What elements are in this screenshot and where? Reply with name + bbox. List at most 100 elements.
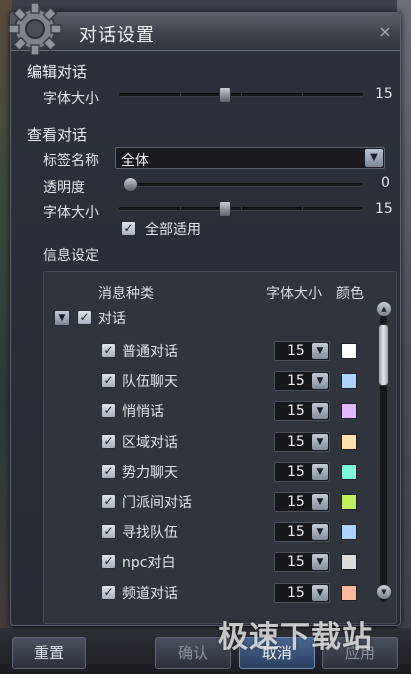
color-swatch[interactable]	[341, 464, 357, 480]
message-type-label: 区域对话	[122, 435, 178, 451]
gear-icon	[8, 2, 62, 55]
table-row: ✓ 悄悄话 15 ▼	[44, 396, 364, 426]
opacity-slider-thumb[interactable]	[123, 177, 138, 192]
tab-name-label: 标签名称	[43, 153, 99, 169]
view-font-size-slider-thumb[interactable]	[219, 201, 231, 217]
table-row: ✓ 队伍聊天 15 ▼	[44, 366, 364, 396]
col-header-font-size: 字体大小	[266, 286, 322, 302]
table-row: ✓ 门派间对话 15 ▼	[44, 487, 364, 517]
group-chat-label: 对话	[98, 311, 126, 327]
group-chat-checkbox[interactable]: ✓	[77, 310, 92, 325]
font-size-select[interactable]: 15 ▼	[274, 341, 330, 361]
chat-settings-window: 对话设置 × 编辑对话 字体大小 15 查看对话 标签名称 全体 ▼ 透明度 0…	[8, 2, 401, 626]
message-type-label: 悄悄话	[122, 404, 164, 420]
chevron-down-icon[interactable]: ▼	[312, 434, 328, 450]
edit-font-size-value: 15	[375, 86, 393, 102]
slider-tick	[241, 207, 242, 211]
color-swatch[interactable]	[341, 403, 357, 419]
message-type-checkbox[interactable]: ✓	[101, 464, 116, 479]
slider-tick	[302, 207, 303, 211]
font-size-value: 15	[287, 464, 305, 480]
font-size-select[interactable]: 15 ▼	[274, 492, 330, 512]
message-type-checkbox[interactable]: ✓	[101, 373, 116, 388]
font-size-select[interactable]: 15 ▼	[274, 583, 330, 603]
slider-tick	[241, 93, 242, 97]
scrollbar-thumb[interactable]	[378, 324, 389, 386]
scroll-down-icon[interactable]: ▼	[377, 585, 391, 599]
message-type-label: 队伍聊天	[122, 374, 178, 390]
message-type-label: 寻找队伍	[122, 525, 178, 541]
opacity-value: 0	[381, 175, 390, 191]
message-type-checkbox[interactable]: ✓	[101, 403, 116, 418]
view-font-size-label: 字体大小	[43, 205, 99, 221]
scroll-up-icon[interactable]: ▲	[377, 302, 391, 316]
message-type-label: 门派间对话	[122, 495, 192, 511]
color-swatch[interactable]	[341, 343, 357, 359]
col-header-type: 消息种类	[98, 286, 154, 302]
font-size-value: 15	[287, 494, 305, 510]
table-row: ✓ 势力聊天 15 ▼	[44, 457, 364, 487]
message-type-checkbox[interactable]: ✓	[101, 524, 116, 539]
collapse-group-icon[interactable]: ▼	[54, 310, 70, 326]
color-swatch[interactable]	[341, 494, 357, 510]
color-swatch[interactable]	[341, 524, 357, 540]
close-icon[interactable]: ×	[376, 23, 394, 41]
table-row: ✓ 普通对话 15 ▼	[44, 336, 364, 366]
chevron-down-icon[interactable]: ▼	[365, 149, 383, 167]
edit-font-size-slider-thumb[interactable]	[219, 87, 231, 103]
edit-font-size-slider[interactable]	[119, 87, 363, 103]
slider-tick	[180, 93, 181, 97]
font-size-select[interactable]: 15 ▼	[274, 522, 330, 542]
message-type-checkbox[interactable]: ✓	[101, 494, 116, 509]
titlebar: 对话设置 ×	[8, 2, 400, 55]
opacity-slider[interactable]	[123, 177, 363, 192]
color-swatch[interactable]	[341, 434, 357, 450]
slider-tick	[302, 93, 303, 97]
apply-all-checkbox[interactable]: ✓	[121, 221, 136, 236]
chevron-down-icon[interactable]: ▼	[312, 585, 328, 601]
apply-all-label: 全部适用	[145, 222, 201, 238]
font-size-select[interactable]: 15 ▼	[274, 432, 330, 452]
color-swatch[interactable]	[341, 585, 357, 601]
message-type-label: npc对白	[122, 555, 176, 571]
chevron-down-icon[interactable]: ▼	[312, 464, 328, 480]
font-size-select[interactable]: 15 ▼	[274, 462, 330, 482]
reset-button[interactable]: 重置	[12, 637, 86, 669]
view-font-size-slider[interactable]	[119, 201, 363, 217]
color-swatch[interactable]	[341, 554, 357, 570]
message-type-label: 频道对话	[122, 586, 178, 602]
info-settings-title: 信息设定	[43, 248, 99, 264]
font-size-value: 15	[287, 403, 305, 419]
font-size-select[interactable]: 15 ▼	[274, 371, 330, 391]
watermark-text: 极速下载站	[218, 620, 373, 655]
message-type-checkbox[interactable]: ✓	[101, 585, 116, 600]
opacity-label: 透明度	[43, 180, 85, 196]
table-row: ✓ 区域对话 15 ▼	[44, 427, 364, 457]
chevron-down-icon[interactable]: ▼	[312, 524, 328, 540]
font-size-value: 15	[287, 434, 305, 450]
view-font-size-value: 15	[375, 201, 393, 217]
view-chat-title: 查看对话	[27, 126, 88, 144]
font-size-select[interactable]: 15 ▼	[274, 401, 330, 421]
message-type-checkbox[interactable]: ✓	[101, 434, 116, 449]
font-size-value: 15	[287, 373, 305, 389]
chevron-down-icon[interactable]: ▼	[312, 403, 328, 419]
chevron-down-icon[interactable]: ▼	[312, 554, 328, 570]
font-size-select[interactable]: 15 ▼	[274, 552, 330, 572]
table-row: ✓ 寻找队伍 15 ▼	[44, 517, 364, 547]
message-list-scrollbar[interactable]: ▲ ▼	[377, 302, 391, 616]
chevron-down-icon[interactable]: ▼	[312, 373, 328, 389]
chevron-down-icon[interactable]: ▼	[312, 343, 328, 359]
message-type-checkbox[interactable]: ✓	[101, 554, 116, 569]
message-type-checkbox[interactable]: ✓	[101, 343, 116, 358]
table-row: ✓ 频道对话 15 ▼	[44, 578, 364, 608]
chevron-down-icon[interactable]: ▼	[312, 494, 328, 510]
font-size-value: 15	[287, 585, 305, 601]
window-title: 对话设置	[79, 25, 155, 46]
message-type-label: 势力聊天	[122, 465, 178, 481]
edit-font-size-label: 字体大小	[43, 91, 99, 107]
message-settings-panel: 消息种类 字体大小 颜色 ▼ ✓ 对话 ✓ 普通对话 15 ▼ ✓ 队伍聊天 15 ▼ ✓ 悄悄话…	[43, 271, 397, 624]
edit-chat-title: 编辑对话	[27, 63, 88, 81]
tab-name-dropdown[interactable]: 全体 ▼	[115, 147, 385, 169]
color-swatch[interactable]	[341, 373, 357, 389]
